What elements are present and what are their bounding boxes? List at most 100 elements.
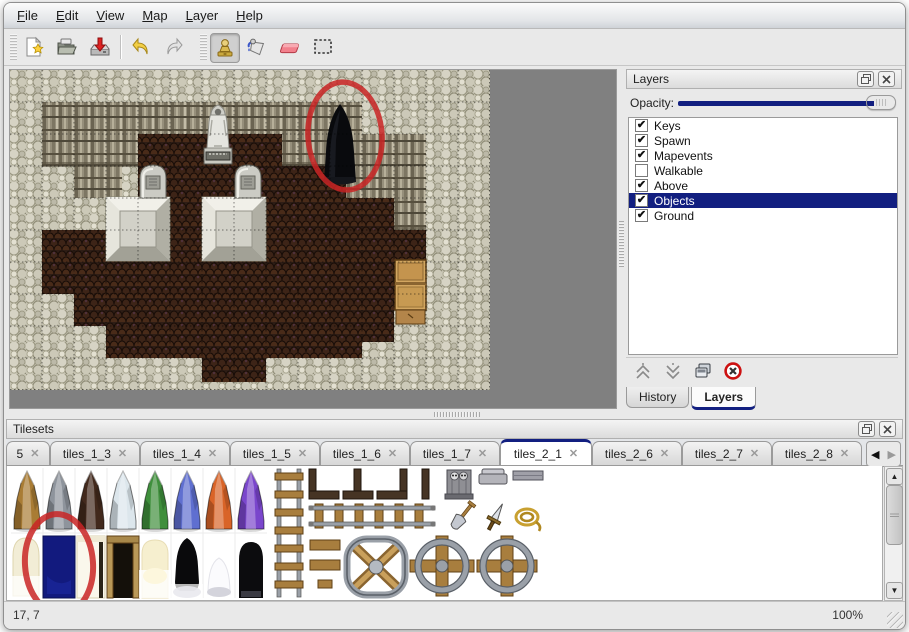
layers-panel-title: Layers (633, 72, 669, 86)
tab-label: tiles_2_7 (695, 447, 743, 461)
float-icon (861, 74, 871, 84)
open-map-button[interactable] (53, 33, 81, 61)
resize-grip[interactable] (887, 612, 903, 628)
tab-close-icon[interactable]: ✕ (298, 447, 307, 460)
open-folder-icon (55, 35, 79, 59)
horizontal-splitter[interactable] (4, 409, 905, 419)
splitter-grip (619, 221, 624, 267)
cursor-coordinates: 17, 7 (13, 608, 40, 622)
scroll-tabs-left-button[interactable]: ◀ (871, 448, 879, 461)
tab-close-icon[interactable]: ✕ (750, 447, 759, 460)
map-canvas[interactable] (9, 69, 617, 409)
tab-close-icon[interactable]: ✕ (118, 447, 127, 460)
scroll-tabs-right-button[interactable]: ▶ (888, 448, 896, 461)
layer-visibility-checkbox[interactable]: ✔ (635, 149, 648, 162)
selection-tool-button[interactable] (309, 33, 337, 61)
menu-map[interactable]: Map (133, 5, 176, 26)
tileset-view (7, 466, 883, 601)
tab-label: tiles_1_4 (153, 447, 201, 461)
tileset-tab-tiles_2_7[interactable]: tiles_2_7 ✕ (682, 441, 772, 465)
float-panel-button[interactable] (857, 71, 874, 87)
scrollbar-thumb[interactable] (886, 485, 903, 545)
layer-row-keys[interactable]: ✔Keys (629, 118, 897, 133)
navy-door-tile[interactable] (43, 536, 75, 598)
save-map-button[interactable] (86, 33, 114, 61)
tileset-tab-tiles_1_5[interactable]: tiles_1_5✕ (230, 441, 320, 465)
dock-tab-layers[interactable]: Layers (691, 387, 756, 410)
layer-visibility-checkbox[interactable]: ✔ (635, 179, 648, 192)
tab-close-icon[interactable]: ✕ (30, 447, 39, 460)
toolbar-drag-handle[interactable] (200, 34, 207, 60)
scroll-down-icon[interactable]: ▼ (886, 582, 903, 599)
layers-panel-titlebar: Layers (626, 69, 902, 89)
delete-layer-button[interactable] (720, 360, 746, 382)
layer-row-objects[interactable]: ✔Objects (629, 193, 897, 208)
eraser-tool-button[interactable] (276, 33, 304, 61)
opacity-slider[interactable] (678, 95, 896, 111)
tab-close-icon[interactable]: ✕ (478, 447, 487, 460)
tab-close-icon[interactable]: ✕ (208, 447, 217, 460)
tileset-tab-tiles_2_8[interactable]: tiles_2_8✕ (772, 441, 862, 465)
tab-label: 5 (17, 447, 24, 461)
raise-layer-button[interactable] (630, 360, 656, 382)
tab-close-icon[interactable]: ✕ (840, 447, 849, 460)
layer-visibility-checkbox[interactable] (635, 164, 648, 177)
tileset-content[interactable] (6, 466, 883, 601)
tileset-tab-tiles_1_3[interactable]: tiles_1_3✕ (50, 441, 140, 465)
opacity-label: Opacity: (630, 96, 678, 110)
eraser-icon (278, 35, 302, 59)
tileset-tab-tiles_1_6[interactable]: tiles_1_6✕ (320, 441, 410, 465)
menu-file[interactable]: File (8, 5, 47, 26)
app-window: FileEditViewMapLayerHelp (3, 2, 906, 630)
close-panel-button[interactable] (879, 421, 896, 437)
new-map-button[interactable] (20, 33, 48, 61)
wooden-cabinet (395, 260, 426, 324)
tileset-tab-bar: 5✕tiles_1_3✕tiles_1_4✕tiles_1_5✕tiles_1_… (6, 439, 903, 466)
tilesets-panel-title: Tilesets (13, 422, 54, 436)
save-icon (88, 35, 112, 59)
opacity-slider-track (678, 101, 882, 106)
layer-row-ground[interactable]: ✔Ground (629, 208, 897, 223)
tileset-tab-tiles_1_4[interactable]: tiles_1_4 ✕ (140, 441, 230, 465)
layer-row-spawn[interactable]: ✔Spawn (629, 133, 897, 148)
toolbar (4, 29, 905, 66)
close-panel-button[interactable] (878, 71, 895, 87)
pillar-cap-tile (479, 469, 507, 484)
opacity-slider-handle[interactable] (866, 95, 896, 110)
tileset-tab-5[interactable]: 5✕ (6, 441, 50, 465)
stamp-tool-button[interactable] (210, 33, 240, 63)
undo-button[interactable] (127, 33, 155, 61)
float-panel-button[interactable] (858, 421, 875, 437)
tileset-tab-tiles_2_1[interactable]: tiles_2_1✕ (500, 439, 592, 465)
lower-layer-button[interactable] (660, 360, 686, 382)
duplicate-layer-button[interactable] (690, 360, 716, 382)
tab-scroll-buttons: ◀ ▶ (866, 441, 901, 467)
tileset-scrollbar[interactable]: ▲ ▼ (884, 466, 903, 601)
layer-row-above[interactable]: ✔Above (629, 178, 897, 193)
fill-tool-button[interactable] (243, 33, 271, 61)
scroll-up-icon[interactable]: ▲ (886, 468, 903, 485)
menu-layer[interactable]: Layer (177, 5, 228, 26)
layer-visibility-checkbox[interactable]: ✔ (635, 209, 648, 222)
layer-visibility-checkbox[interactable]: ✔ (635, 134, 648, 147)
tab-close-icon[interactable]: ✕ (388, 447, 397, 460)
tileset-tab-tiles_2_6[interactable]: tiles_2_6 ✕ (592, 441, 682, 465)
menu-help[interactable]: Help (227, 5, 272, 26)
tab-close-icon[interactable]: ✕ (569, 447, 578, 460)
layer-row-walkable[interactable]: Walkable (629, 163, 897, 178)
redo-button[interactable] (160, 33, 188, 61)
menu-view[interactable]: View (87, 5, 133, 26)
tab-close-icon[interactable]: ✕ (660, 447, 669, 460)
menu-edit[interactable]: Edit (47, 5, 87, 26)
layer-row-mapevents[interactable]: ✔ Mapevents (629, 148, 897, 163)
dock-tab-history[interactable]: History (626, 387, 689, 408)
layer-visibility-checkbox[interactable]: ✔ (635, 194, 648, 207)
layer-label: Mapevents (654, 149, 713, 163)
toolbar-drag-handle[interactable] (10, 34, 17, 60)
layer-visibility-checkbox[interactable]: ✔ (635, 119, 648, 132)
tileset-tab-tiles_1_7[interactable]: tiles_1_7✕ (410, 441, 500, 465)
dock-tab-bar: HistoryLayers (626, 387, 758, 409)
tab-label: tiles_2_6 (605, 447, 653, 461)
vertical-splitter[interactable] (617, 69, 626, 409)
splitter-grip (434, 412, 480, 417)
